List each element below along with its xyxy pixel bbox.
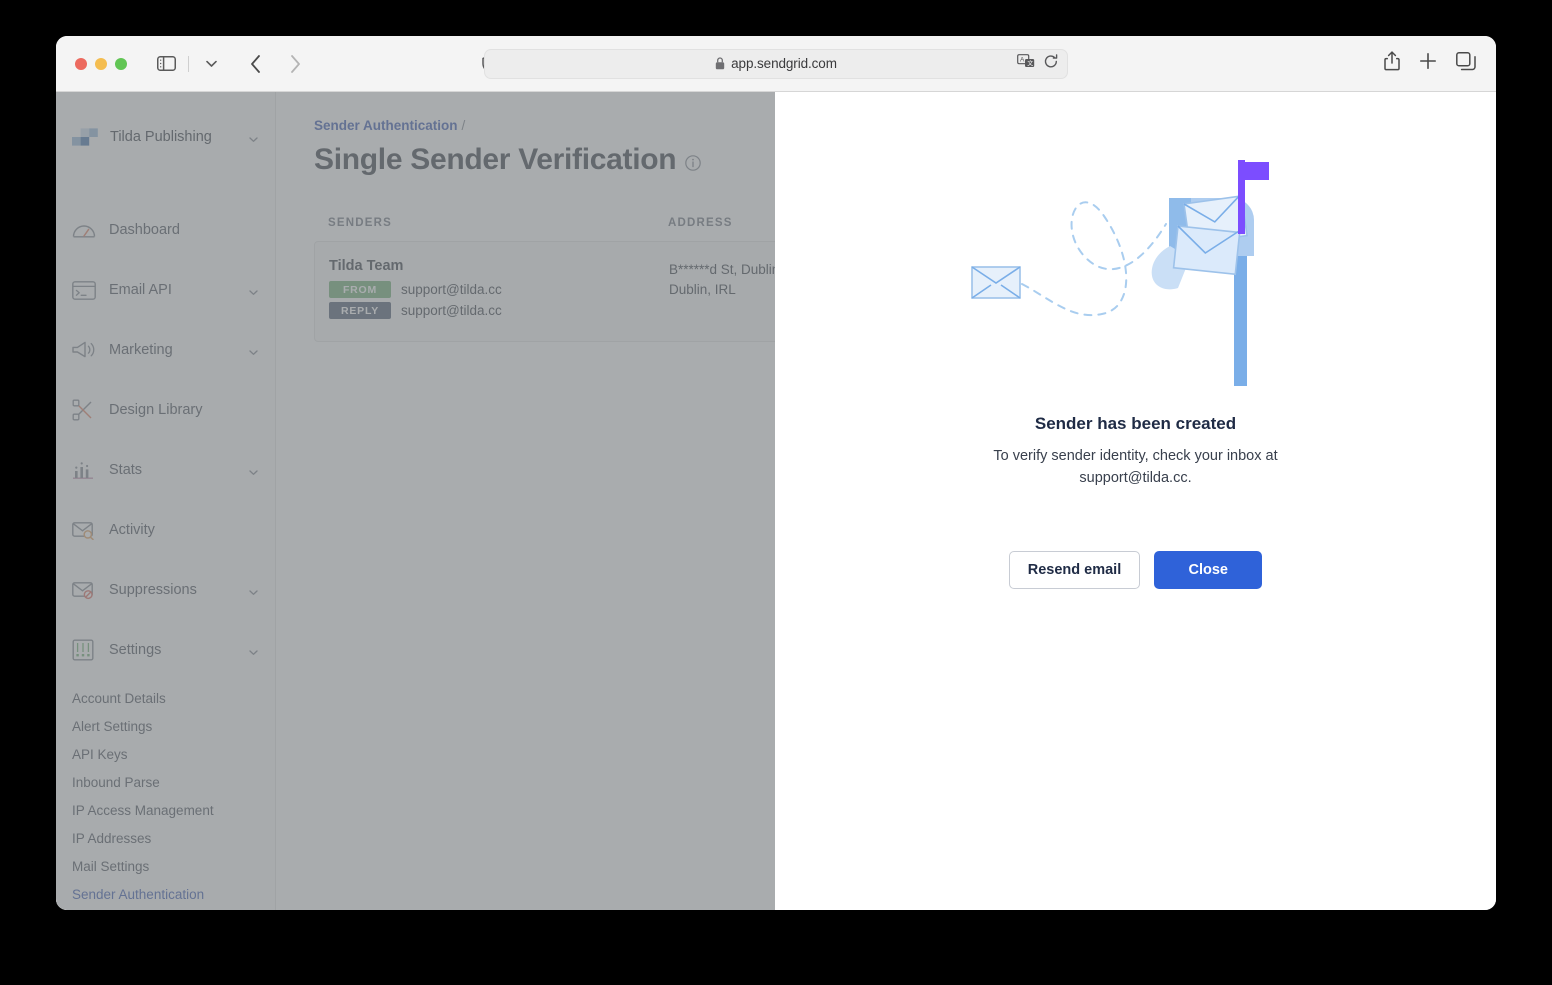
close-button[interactable]: Close xyxy=(1154,551,1263,589)
share-icon xyxy=(1384,51,1400,71)
sender-created-modal: Sender has been created To verify sender… xyxy=(775,92,1496,910)
tab-overview-button[interactable] xyxy=(1456,51,1476,76)
traffic-lights xyxy=(75,57,127,70)
toolbar-divider xyxy=(188,55,189,72)
address-bar-actions: A 文 xyxy=(1017,50,1058,78)
url-text: app.sendgrid.com xyxy=(731,56,837,71)
reload-button[interactable] xyxy=(1044,53,1058,74)
address-bar[interactable]: app.sendgrid.com A 文 xyxy=(484,48,1068,79)
translate-button[interactable]: A 文 xyxy=(1017,54,1035,73)
new-tab-button[interactable] xyxy=(1419,52,1437,75)
resend-email-button[interactable]: Resend email xyxy=(1008,551,1141,589)
mailbox-envelope-illustration xyxy=(956,154,1316,404)
modal-actions: Resend email Close xyxy=(1008,551,1263,589)
zoom-window-button[interactable] xyxy=(115,57,127,70)
plus-icon xyxy=(1420,53,1436,69)
toolbar-left-group xyxy=(151,50,226,78)
close-window-button[interactable] xyxy=(75,57,87,70)
browser-toolbar: app.sendgrid.com A 文 xyxy=(56,36,1496,92)
tab-overview-icon xyxy=(1456,51,1476,70)
back-arrow-icon xyxy=(250,54,260,73)
reload-icon xyxy=(1044,53,1058,67)
translate-icon: A 文 xyxy=(1017,54,1035,67)
page-content: Tilda Publishing xyxy=(56,92,1496,910)
toolbar-right-group xyxy=(1384,36,1476,91)
sidebar-toggle-button[interactable] xyxy=(151,50,181,78)
forward-button[interactable] xyxy=(280,50,310,78)
browser-window: app.sendgrid.com A 文 Sender has been cre… xyxy=(56,36,1496,910)
back-button[interactable] xyxy=(240,50,270,78)
lock-icon xyxy=(715,57,725,70)
tab-group-dropdown-button[interactable] xyxy=(196,50,226,78)
modal-title: Sender has been created xyxy=(1034,414,1237,433)
svg-text:文: 文 xyxy=(1027,59,1033,67)
minimize-window-button[interactable] xyxy=(95,57,107,70)
share-button[interactable] xyxy=(1384,51,1400,76)
chevron-down-icon xyxy=(205,60,217,67)
modal-subtitle: To verify sender identity, check your in… xyxy=(993,448,1278,486)
sidebar-toggle-icon xyxy=(156,56,176,71)
address-bar-container: app.sendgrid.com A 文 xyxy=(484,48,1068,79)
forward-arrow-icon xyxy=(290,54,300,73)
svg-text:A: A xyxy=(1020,57,1025,64)
nav-buttons xyxy=(240,50,310,78)
